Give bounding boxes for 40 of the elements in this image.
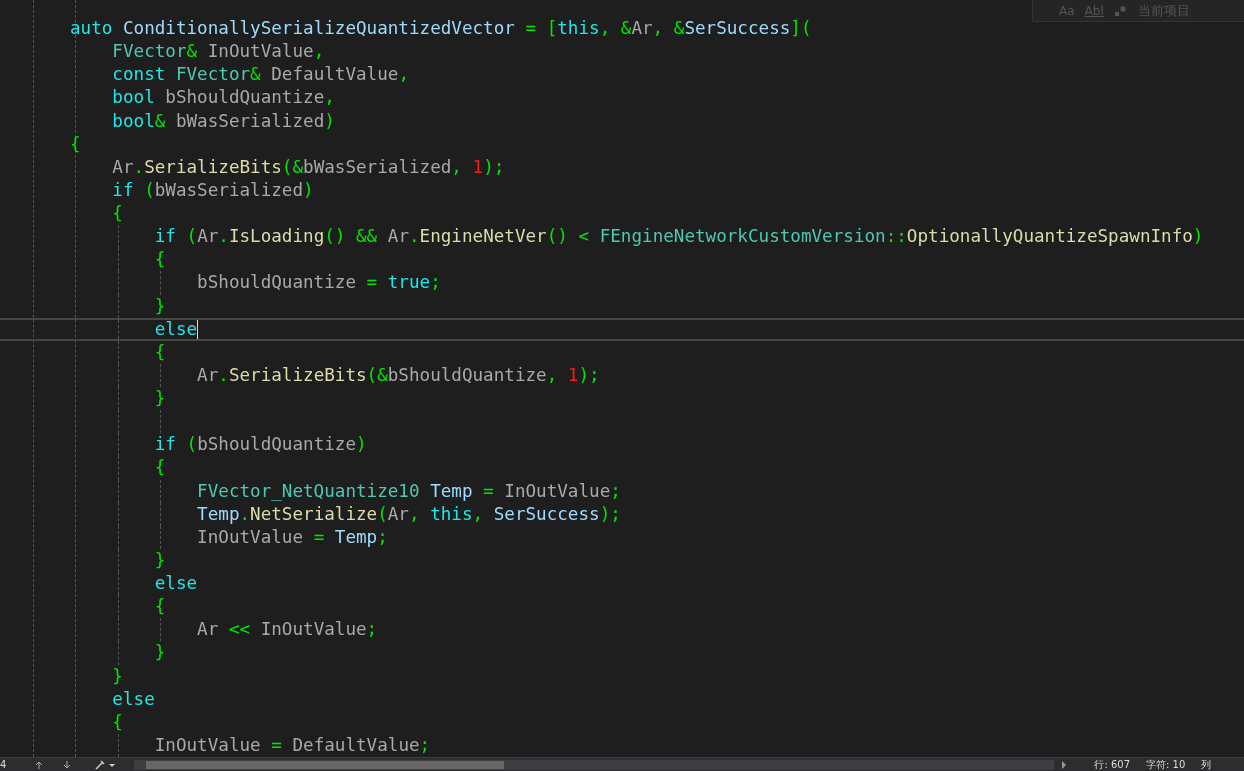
code-line: FVector& InOutValue,	[111, 41, 325, 63]
code-line: }	[153, 549, 166, 571]
code-line: Ar << InOutValue;	[196, 619, 378, 641]
code-line: bool& bWasSerialized)	[111, 110, 335, 132]
code-line: const FVector& DefaultValue,	[111, 64, 409, 86]
code-line: }	[153, 642, 166, 664]
code-line: }	[153, 388, 166, 410]
code-line: auto ConditionallySerializeQuantizedVector = [this, &Ar, &SerSuccess](	[70, 18, 812, 40]
brush-icon[interactable]	[94, 759, 117, 770]
code-line: else	[153, 573, 198, 595]
code-line: {	[70, 133, 81, 155]
code-line: InOutValue = Temp;	[196, 526, 388, 548]
code-line: {	[153, 457, 166, 479]
code-line: {	[153, 249, 166, 271]
code-line: }	[153, 295, 166, 317]
code-line: bShouldQuantize = true;	[196, 272, 441, 294]
zoom-level[interactable]: 4	[0, 758, 35, 771]
code-line: bool bShouldQuantize,	[111, 87, 335, 109]
code-line: if (Ar.IsLoading() && Ar.EngineNetVer() < FEngineNetworkCustomVersion::OptionallyQuantizeSpawnInfo)	[153, 226, 1204, 248]
scroll-right-icon[interactable]	[1060, 759, 1069, 770]
code-line: {	[153, 341, 166, 363]
code-line: else	[111, 688, 155, 710]
code-line: Ar.SerializeBits(&bShouldQuantize, 1);	[196, 364, 600, 386]
code-line: FVector_NetQuantize10 Temp = InOutValue;	[196, 480, 621, 502]
code-line: else	[153, 318, 199, 340]
code-line: Ar.SerializeBits(&bWasSerialized, 1);	[111, 156, 505, 178]
horizontal-scrollbar[interactable]	[134, 759, 1055, 770]
code-line: {	[111, 203, 123, 225]
line-number: 行: 607	[1093, 758, 1131, 771]
code-line: Temp.NetSerialize(Ar, this, SerSuccess);	[196, 503, 621, 525]
code-line: {	[153, 596, 166, 618]
down-arrow-icon[interactable]	[62, 759, 73, 770]
char-number: 字符: 10	[1145, 758, 1187, 771]
code-line: {	[111, 711, 123, 733]
code-line: }	[111, 665, 123, 687]
column-number: 列	[1200, 758, 1213, 771]
code-line: if (bWasSerialized)	[111, 179, 314, 201]
code-line: if (bShouldQuantize)	[153, 434, 367, 456]
up-arrow-icon[interactable]	[34, 759, 45, 770]
code-line: InOutValue = DefaultValue;	[153, 734, 431, 756]
